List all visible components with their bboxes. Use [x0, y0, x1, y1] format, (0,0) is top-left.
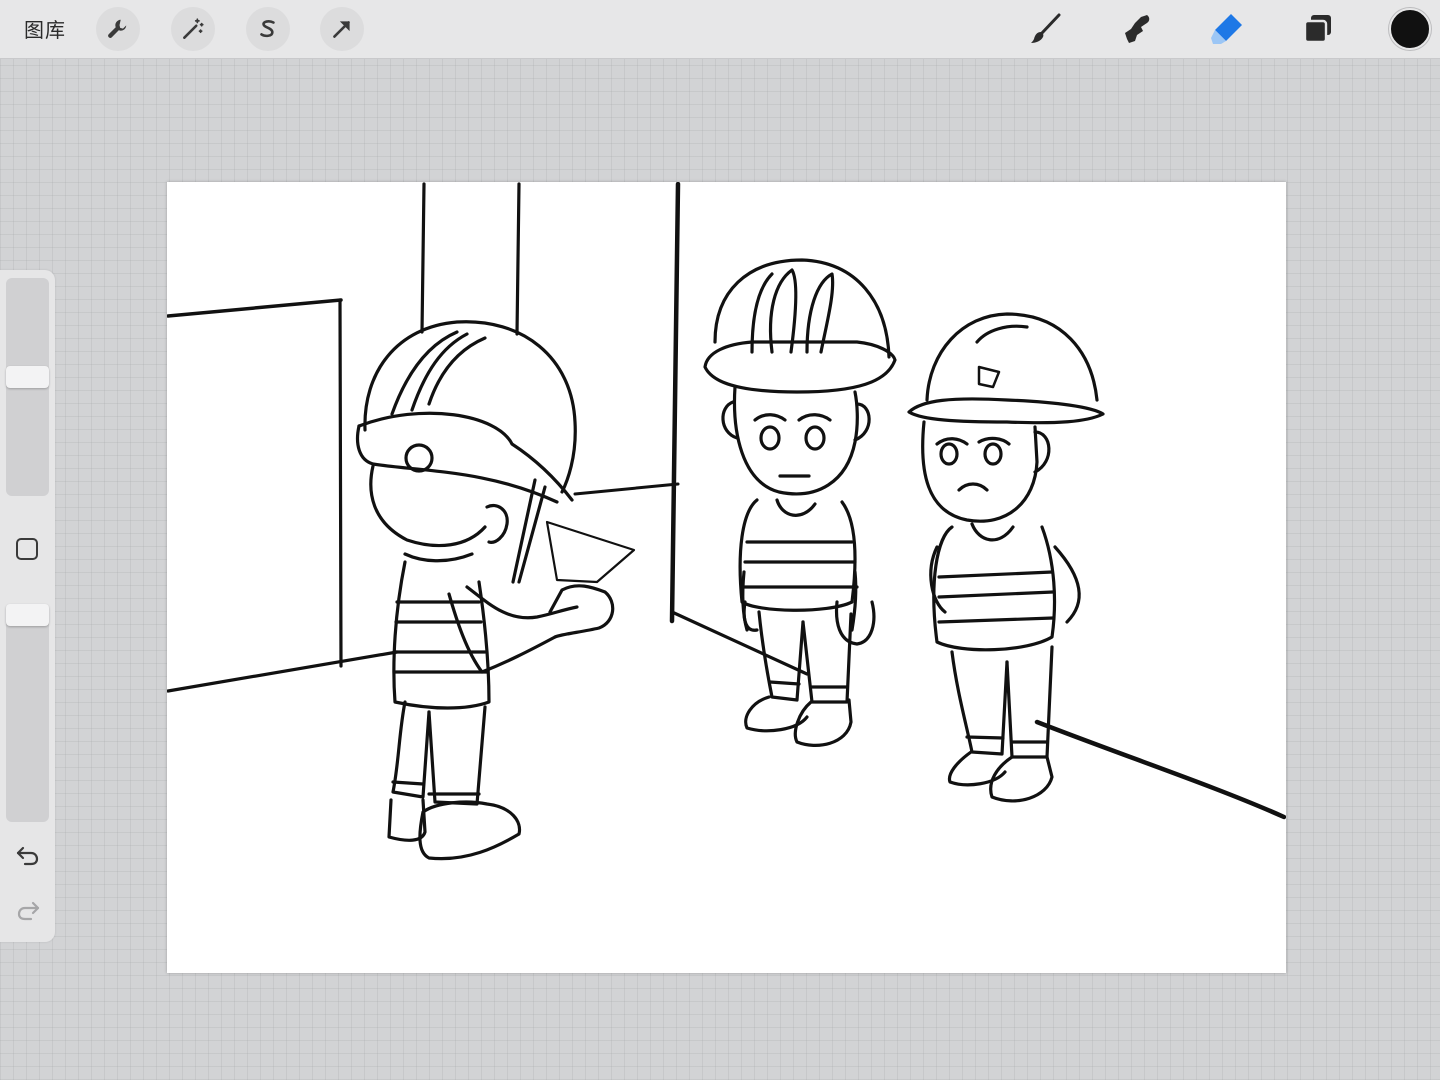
redo-button[interactable]: [12, 894, 44, 926]
brush-size-slider-thumb[interactable]: [6, 366, 49, 388]
eraser-icon: [1211, 14, 1242, 44]
modify-button[interactable]: [16, 538, 38, 560]
smudge-icon: [1125, 15, 1150, 43]
worker-right: [907, 312, 1105, 803]
adjustments-button[interactable]: [171, 7, 215, 51]
transform-button[interactable]: [320, 7, 364, 51]
room-lines: [167, 182, 1286, 820]
undo-button[interactable]: [12, 839, 44, 871]
magic-wand-icon: [183, 18, 204, 39]
left-sidebar: [0, 270, 55, 942]
opacity-slider[interactable]: [6, 604, 49, 822]
wrench-icon: [108, 19, 127, 38]
smudge-tool-button[interactable]: [1116, 8, 1158, 50]
worker-holding-paper: [355, 320, 636, 861]
drawing-canvas[interactable]: [167, 182, 1286, 973]
eraser-tool-button[interactable]: [1206, 8, 1248, 50]
brush-icon: [1031, 13, 1061, 43]
layers-icon: [1303, 15, 1331, 44]
arrow-cursor-icon: [333, 21, 350, 38]
gallery-button[interactable]: 图库: [24, 14, 66, 43]
color-picker-button[interactable]: [1389, 8, 1431, 50]
redo-icon: [17, 901, 40, 921]
actions-button[interactable]: [96, 7, 140, 51]
undo-icon: [16, 846, 39, 866]
top-toolbar: 图库: [0, 0, 1440, 59]
brush-tool-button[interactable]: [1025, 8, 1067, 50]
selection-s-icon: [260, 20, 275, 38]
worker-middle: [703, 258, 897, 747]
layers-button[interactable]: [1297, 8, 1339, 50]
opacity-slider-thumb[interactable]: [6, 604, 49, 626]
selection-button[interactable]: [246, 7, 290, 51]
line-art-sketch: [167, 182, 1286, 861]
